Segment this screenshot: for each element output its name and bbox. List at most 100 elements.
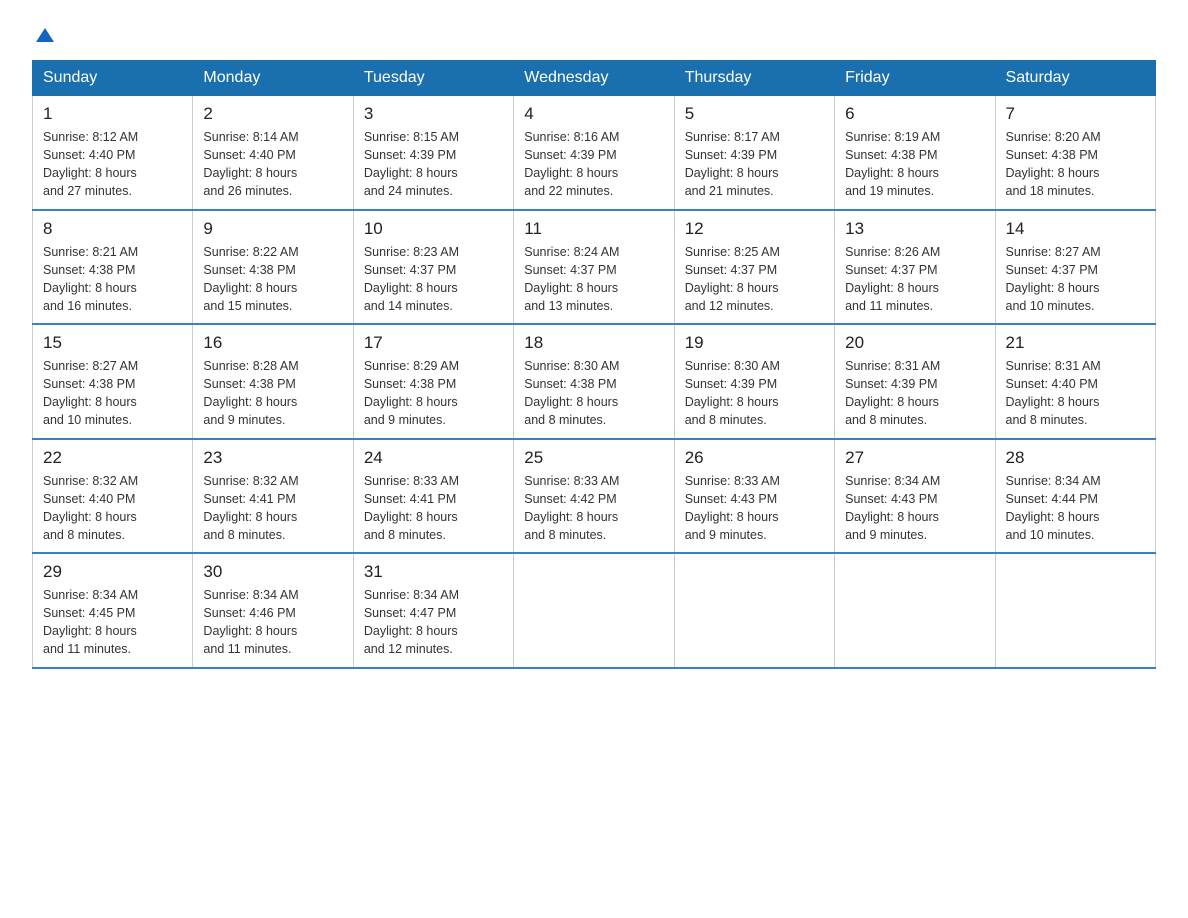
calendar-cell: 22 Sunrise: 8:32 AMSunset: 4:40 PMDaylig…	[33, 439, 193, 554]
calendar-cell: 2 Sunrise: 8:14 AMSunset: 4:40 PMDayligh…	[193, 96, 353, 210]
calendar-cell: 1 Sunrise: 8:12 AMSunset: 4:40 PMDayligh…	[33, 96, 193, 210]
day-info: Sunrise: 8:34 AMSunset: 4:46 PMDaylight:…	[203, 586, 342, 659]
calendar-week-row: 1 Sunrise: 8:12 AMSunset: 4:40 PMDayligh…	[33, 96, 1156, 210]
day-number: 18	[524, 333, 663, 353]
day-number: 14	[1006, 219, 1145, 239]
day-info: Sunrise: 8:22 AMSunset: 4:38 PMDaylight:…	[203, 243, 342, 316]
column-header-monday: Monday	[193, 61, 353, 96]
day-info: Sunrise: 8:14 AMSunset: 4:40 PMDaylight:…	[203, 128, 342, 201]
calendar-cell: 7 Sunrise: 8:20 AMSunset: 4:38 PMDayligh…	[995, 96, 1155, 210]
day-number: 3	[364, 104, 503, 124]
calendar-cell: 3 Sunrise: 8:15 AMSunset: 4:39 PMDayligh…	[353, 96, 513, 210]
column-header-thursday: Thursday	[674, 61, 834, 96]
calendar-cell: 23 Sunrise: 8:32 AMSunset: 4:41 PMDaylig…	[193, 439, 353, 554]
calendar-cell: 9 Sunrise: 8:22 AMSunset: 4:38 PMDayligh…	[193, 210, 353, 325]
day-info: Sunrise: 8:34 AMSunset: 4:45 PMDaylight:…	[43, 586, 182, 659]
day-info: Sunrise: 8:28 AMSunset: 4:38 PMDaylight:…	[203, 357, 342, 430]
calendar-cell: 25 Sunrise: 8:33 AMSunset: 4:42 PMDaylig…	[514, 439, 674, 554]
calendar-week-row: 15 Sunrise: 8:27 AMSunset: 4:38 PMDaylig…	[33, 324, 1156, 439]
day-number: 21	[1006, 333, 1145, 353]
day-number: 31	[364, 562, 503, 582]
day-number: 10	[364, 219, 503, 239]
day-number: 27	[845, 448, 984, 468]
calendar-cell: 27 Sunrise: 8:34 AMSunset: 4:43 PMDaylig…	[835, 439, 995, 554]
calendar-cell: 13 Sunrise: 8:26 AMSunset: 4:37 PMDaylig…	[835, 210, 995, 325]
day-number: 9	[203, 219, 342, 239]
day-info: Sunrise: 8:16 AMSunset: 4:39 PMDaylight:…	[524, 128, 663, 201]
day-info: Sunrise: 8:12 AMSunset: 4:40 PMDaylight:…	[43, 128, 182, 201]
day-number: 26	[685, 448, 824, 468]
day-info: Sunrise: 8:32 AMSunset: 4:40 PMDaylight:…	[43, 472, 182, 545]
day-number: 1	[43, 104, 182, 124]
day-info: Sunrise: 8:30 AMSunset: 4:38 PMDaylight:…	[524, 357, 663, 430]
calendar-cell: 10 Sunrise: 8:23 AMSunset: 4:37 PMDaylig…	[353, 210, 513, 325]
calendar-cell: 15 Sunrise: 8:27 AMSunset: 4:38 PMDaylig…	[33, 324, 193, 439]
day-number: 28	[1006, 448, 1145, 468]
calendar-cell	[674, 553, 834, 668]
day-number: 7	[1006, 104, 1145, 124]
column-header-tuesday: Tuesday	[353, 61, 513, 96]
day-info: Sunrise: 8:27 AMSunset: 4:37 PMDaylight:…	[1006, 243, 1145, 316]
calendar-week-row: 22 Sunrise: 8:32 AMSunset: 4:40 PMDaylig…	[33, 439, 1156, 554]
calendar-cell: 18 Sunrise: 8:30 AMSunset: 4:38 PMDaylig…	[514, 324, 674, 439]
calendar-cell	[995, 553, 1155, 668]
day-info: Sunrise: 8:20 AMSunset: 4:38 PMDaylight:…	[1006, 128, 1145, 201]
calendar-week-row: 8 Sunrise: 8:21 AMSunset: 4:38 PMDayligh…	[33, 210, 1156, 325]
calendar-cell: 19 Sunrise: 8:30 AMSunset: 4:39 PMDaylig…	[674, 324, 834, 439]
column-header-saturday: Saturday	[995, 61, 1155, 96]
day-number: 17	[364, 333, 503, 353]
calendar-cell: 17 Sunrise: 8:29 AMSunset: 4:38 PMDaylig…	[353, 324, 513, 439]
day-info: Sunrise: 8:15 AMSunset: 4:39 PMDaylight:…	[364, 128, 503, 201]
calendar-week-row: 29 Sunrise: 8:34 AMSunset: 4:45 PMDaylig…	[33, 553, 1156, 668]
logo	[32, 24, 56, 40]
day-number: 2	[203, 104, 342, 124]
calendar-cell: 4 Sunrise: 8:16 AMSunset: 4:39 PMDayligh…	[514, 96, 674, 210]
day-info: Sunrise: 8:32 AMSunset: 4:41 PMDaylight:…	[203, 472, 342, 545]
day-number: 8	[43, 219, 182, 239]
day-info: Sunrise: 8:34 AMSunset: 4:43 PMDaylight:…	[845, 472, 984, 545]
calendar-cell: 5 Sunrise: 8:17 AMSunset: 4:39 PMDayligh…	[674, 96, 834, 210]
calendar-cell: 21 Sunrise: 8:31 AMSunset: 4:40 PMDaylig…	[995, 324, 1155, 439]
day-info: Sunrise: 8:17 AMSunset: 4:39 PMDaylight:…	[685, 128, 824, 201]
calendar-cell: 26 Sunrise: 8:33 AMSunset: 4:43 PMDaylig…	[674, 439, 834, 554]
calendar-cell: 20 Sunrise: 8:31 AMSunset: 4:39 PMDaylig…	[835, 324, 995, 439]
page-header	[32, 24, 1156, 40]
day-info: Sunrise: 8:30 AMSunset: 4:39 PMDaylight:…	[685, 357, 824, 430]
day-number: 11	[524, 219, 663, 239]
day-number: 20	[845, 333, 984, 353]
calendar-cell: 6 Sunrise: 8:19 AMSunset: 4:38 PMDayligh…	[835, 96, 995, 210]
column-header-friday: Friday	[835, 61, 995, 96]
day-info: Sunrise: 8:26 AMSunset: 4:37 PMDaylight:…	[845, 243, 984, 316]
calendar-cell	[835, 553, 995, 668]
day-info: Sunrise: 8:33 AMSunset: 4:42 PMDaylight:…	[524, 472, 663, 545]
day-number: 24	[364, 448, 503, 468]
calendar-cell	[514, 553, 674, 668]
day-number: 15	[43, 333, 182, 353]
day-number: 16	[203, 333, 342, 353]
day-info: Sunrise: 8:34 AMSunset: 4:47 PMDaylight:…	[364, 586, 503, 659]
calendar-table: SundayMondayTuesdayWednesdayThursdayFrid…	[32, 60, 1156, 669]
day-number: 29	[43, 562, 182, 582]
calendar-cell: 28 Sunrise: 8:34 AMSunset: 4:44 PMDaylig…	[995, 439, 1155, 554]
day-info: Sunrise: 8:24 AMSunset: 4:37 PMDaylight:…	[524, 243, 663, 316]
column-header-wednesday: Wednesday	[514, 61, 674, 96]
day-number: 5	[685, 104, 824, 124]
calendar-cell: 14 Sunrise: 8:27 AMSunset: 4:37 PMDaylig…	[995, 210, 1155, 325]
calendar-cell: 8 Sunrise: 8:21 AMSunset: 4:38 PMDayligh…	[33, 210, 193, 325]
day-number: 23	[203, 448, 342, 468]
day-info: Sunrise: 8:31 AMSunset: 4:40 PMDaylight:…	[1006, 357, 1145, 430]
day-number: 12	[685, 219, 824, 239]
day-number: 6	[845, 104, 984, 124]
day-number: 4	[524, 104, 663, 124]
day-info: Sunrise: 8:29 AMSunset: 4:38 PMDaylight:…	[364, 357, 503, 430]
calendar-cell: 24 Sunrise: 8:33 AMSunset: 4:41 PMDaylig…	[353, 439, 513, 554]
column-header-sunday: Sunday	[33, 61, 193, 96]
day-number: 19	[685, 333, 824, 353]
day-info: Sunrise: 8:23 AMSunset: 4:37 PMDaylight:…	[364, 243, 503, 316]
logo-triangle-icon	[34, 24, 56, 46]
day-info: Sunrise: 8:25 AMSunset: 4:37 PMDaylight:…	[685, 243, 824, 316]
calendar-cell: 12 Sunrise: 8:25 AMSunset: 4:37 PMDaylig…	[674, 210, 834, 325]
day-number: 30	[203, 562, 342, 582]
calendar-header-row: SundayMondayTuesdayWednesdayThursdayFrid…	[33, 61, 1156, 96]
calendar-cell: 16 Sunrise: 8:28 AMSunset: 4:38 PMDaylig…	[193, 324, 353, 439]
